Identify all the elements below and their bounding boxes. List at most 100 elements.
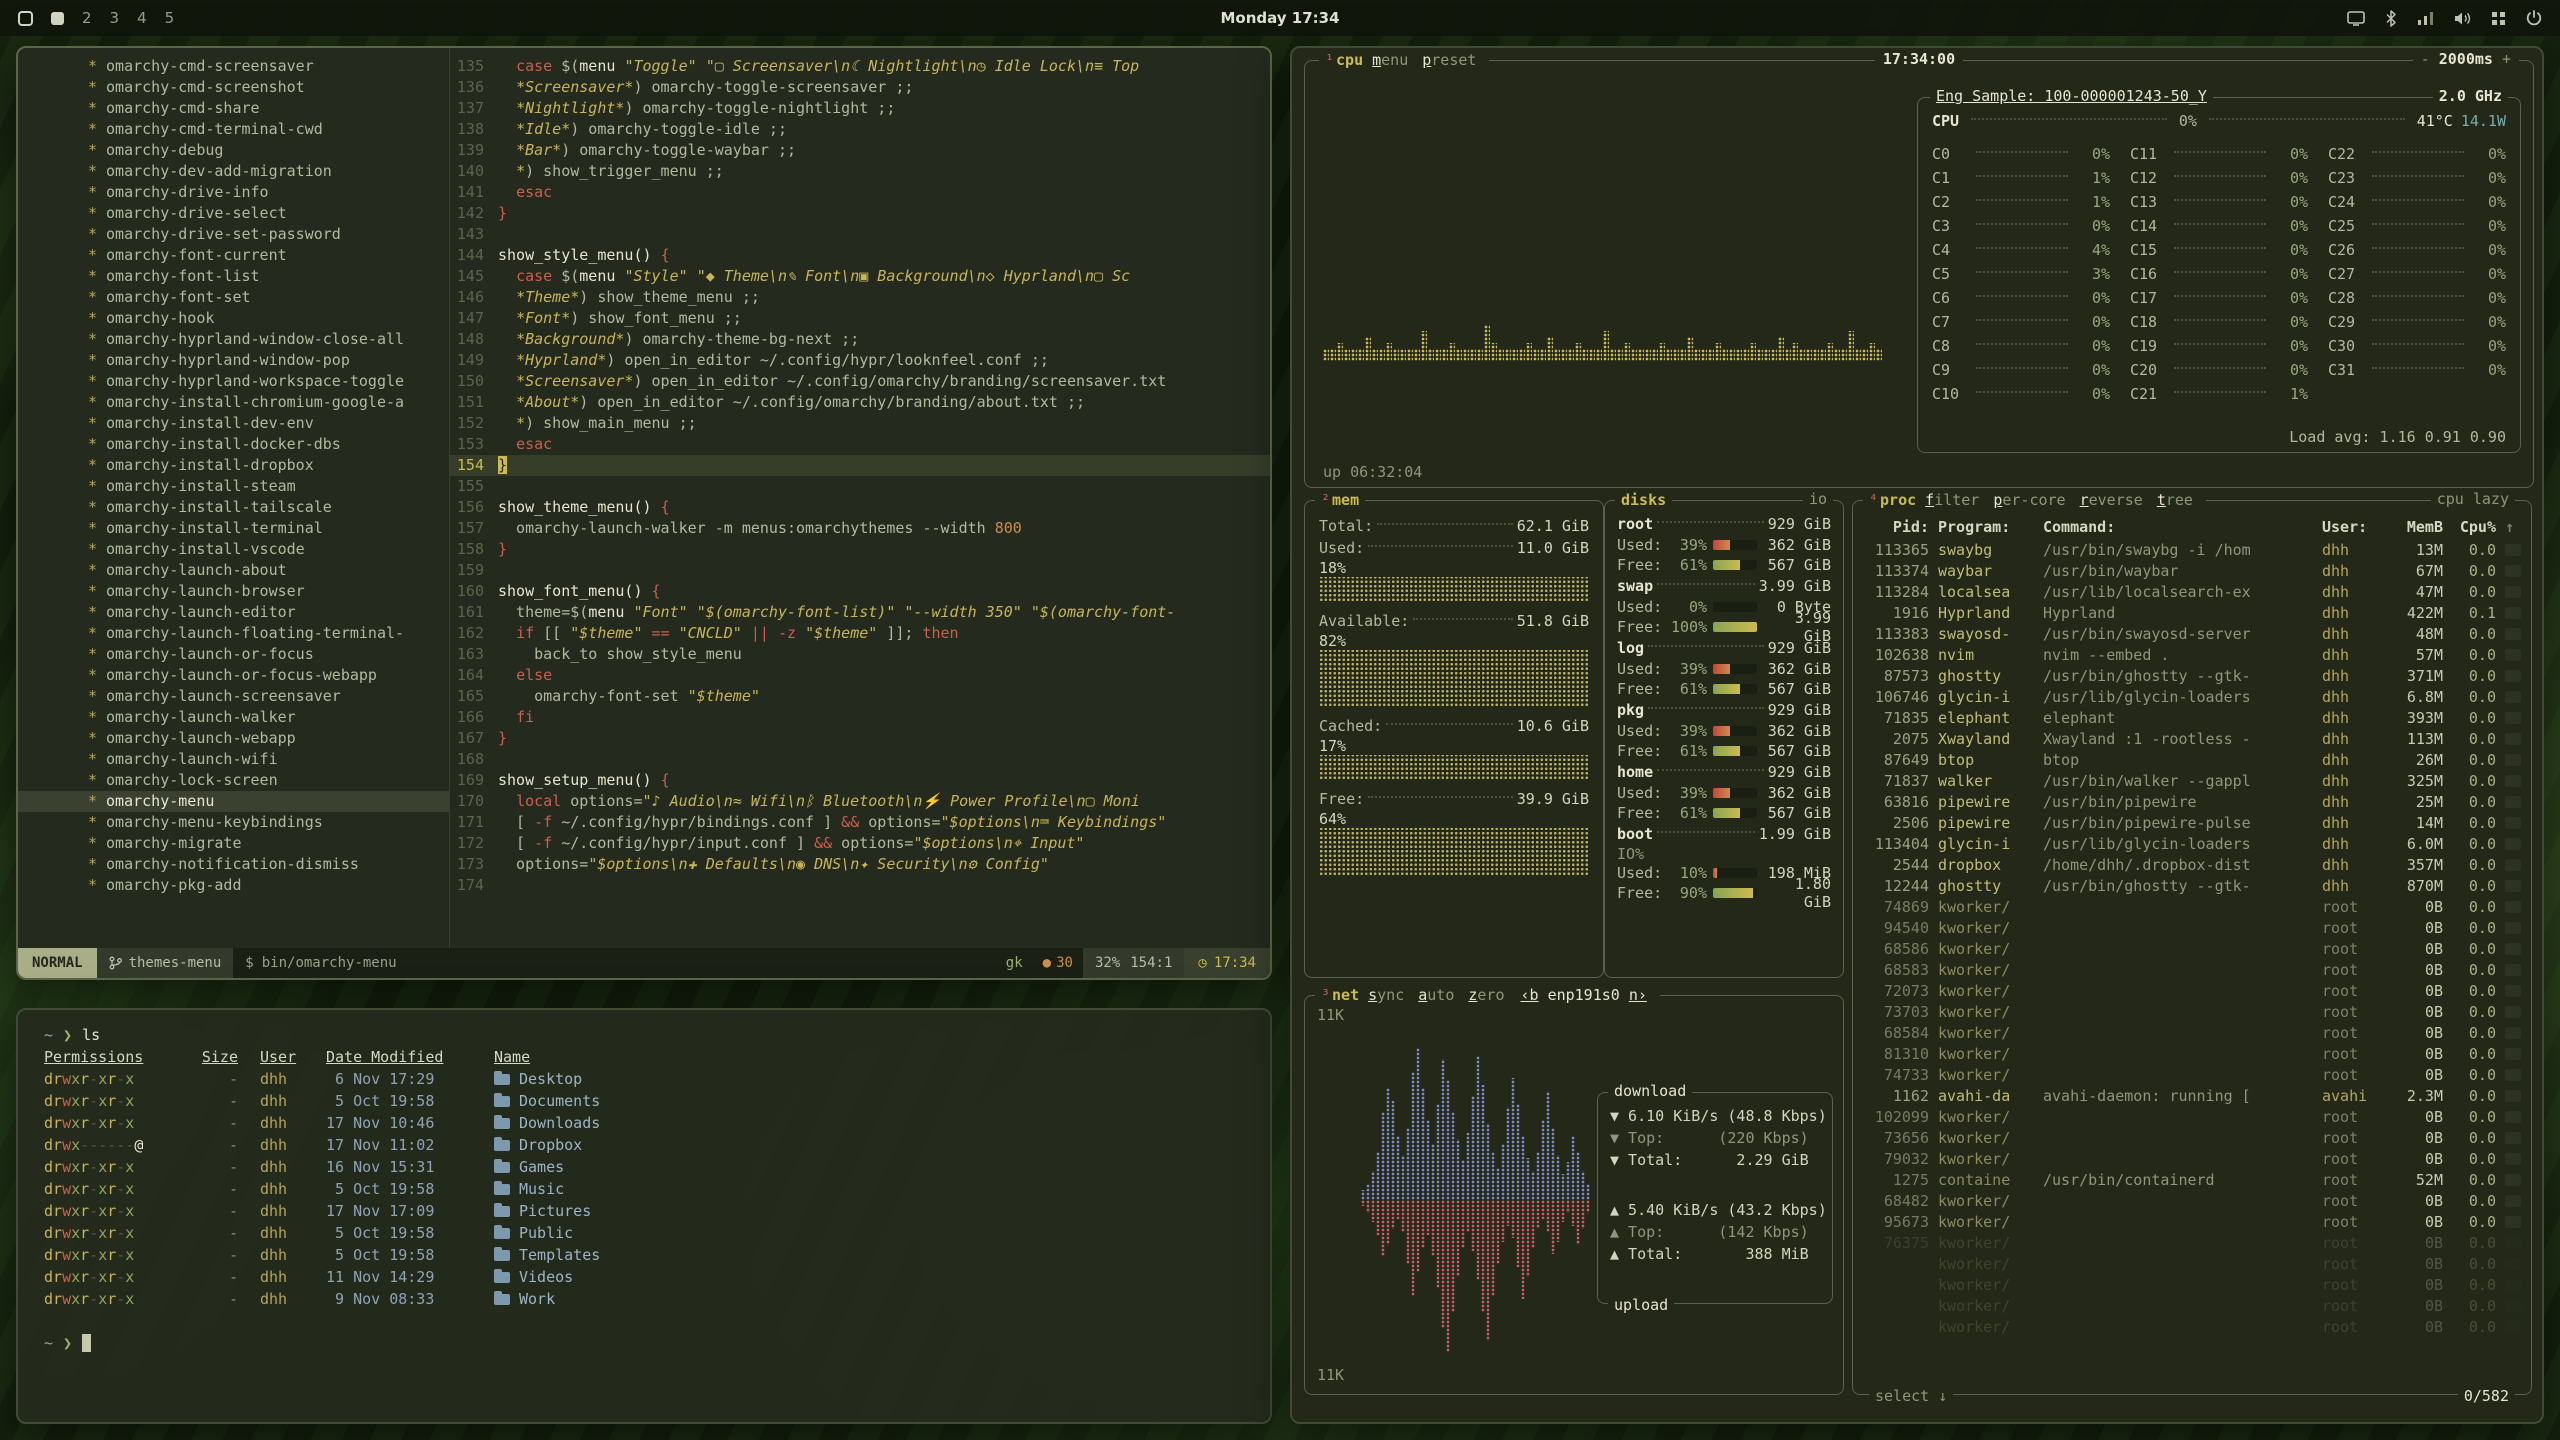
file-item[interactable]: *omarchy-pkg-add (88, 875, 449, 896)
file-item[interactable]: *omarchy-launch-floating-terminal- (88, 623, 449, 644)
proc-panel-title[interactable]: ⁴ proc filterper-corereversetree (1863, 490, 2206, 510)
file-item[interactable]: *omarchy-lock-screen (88, 770, 449, 791)
proc-row[interactable]: 68482kworker/root0B0.0 (1865, 1190, 2521, 1211)
diagnostics-count[interactable]: ● 30 (1033, 955, 1083, 971)
code-line[interactable]: 140 *) show_trigger_menu ;; (450, 161, 1270, 182)
code-line[interactable]: 167} (450, 728, 1270, 749)
proc-row[interactable]: 102099kworker/root0B0.0 (1865, 1106, 2521, 1127)
file-item[interactable]: *omarchy-drive-select (88, 203, 449, 224)
file-item[interactable]: *omarchy-hyprland-window-pop (88, 350, 449, 371)
net-iface-prev-button[interactable]: ‹b (1514, 985, 1546, 1005)
file-item[interactable]: *omarchy-hyprland-window-close-all (88, 329, 449, 350)
file-item[interactable]: *omarchy-launch-or-focus-webapp (88, 665, 449, 686)
proc-row[interactable]: 74869kworker/root0B0.0 (1865, 896, 2521, 917)
file-item[interactable]: *omarchy-notification-dismiss (88, 854, 449, 875)
file-item[interactable]: *omarchy-install-tailscale (88, 497, 449, 518)
header-cpu[interactable]: Cpu% (2452, 518, 2496, 536)
code-line[interactable]: 169show_setup_menu() { (450, 770, 1270, 791)
proc-row[interactable]: kworker/root0B0.0 (1865, 1295, 2521, 1316)
btop-window[interactable]: ¹ cpu menupreset 17:34:00 - 2000ms + up … (1290, 46, 2544, 1424)
proc-row[interactable]: 68586kworker/root0B0.0 (1865, 938, 2521, 959)
proc-row[interactable]: 102638nvimnvim --embed .dhh57M0.0 (1865, 644, 2521, 665)
code-line[interactable]: 144show_style_menu() { (450, 245, 1270, 266)
proc-row[interactable]: 113284localsea/usr/lib/localsearch-exdhh… (1865, 581, 2521, 602)
code-line[interactable]: 160show_font_menu() { (450, 581, 1270, 602)
update-plus-button[interactable]: + (2502, 50, 2511, 68)
bluetooth-icon[interactable] (2385, 10, 2397, 27)
code-line[interactable]: 148 *Background*) omarchy-theme-bg-next … (450, 329, 1270, 350)
code-line[interactable]: 149 *Hyprland*) open_in_editor ~/.config… (450, 350, 1270, 371)
net-panel-title[interactable]: ³ net syncautozero ‹b enp191s0 n› (1315, 985, 1660, 1005)
disks-panel-title[interactable]: disks (1615, 490, 1672, 510)
file-item[interactable]: *omarchy-hook (88, 308, 449, 329)
file-item[interactable]: *omarchy-launch-or-focus (88, 644, 449, 665)
update-interval-control[interactable]: - 2000ms + (2413, 50, 2519, 68)
proc-row[interactable]: 1162avahi-daavahi-daemon: running [avahi… (1865, 1085, 2521, 1106)
dir-name[interactable]: Games (494, 1156, 564, 1178)
terminal-window[interactable]: ~ ❯ ls Permissions Size User Date Modifi… (16, 1008, 1272, 1424)
screencast-icon[interactable] (2347, 10, 2365, 26)
code-line[interactable]: 156show_theme_menu() { (450, 497, 1270, 518)
proc-row[interactable]: 12244ghostty/usr/bin/ghostty --gtk-dhh87… (1865, 875, 2521, 896)
proc-row[interactable]: 72073kworker/root0B0.0 (1865, 980, 2521, 1001)
file-item[interactable]: *omarchy-migrate (88, 833, 449, 854)
proc-row[interactable]: 113365swaybg/usr/bin/swaybg -i /homdhh13… (1865, 539, 2521, 560)
proc-filter-button[interactable]: filter (1918, 490, 1986, 510)
file-tree[interactable]: *omarchy-cmd-screensaver*omarchy-cmd-scr… (18, 48, 450, 948)
file-item[interactable]: *omarchy-cmd-terminal-cwd (88, 119, 449, 140)
code-line[interactable]: 171 [ -f ~/.config/hypr/bindings.conf ] … (450, 812, 1270, 833)
proc-per-core-button[interactable]: per-core (1986, 490, 2072, 510)
dir-name[interactable]: Work (494, 1288, 555, 1310)
dir-name[interactable]: Music (494, 1178, 564, 1200)
workspace-3[interactable]: 3 (110, 9, 120, 27)
proc-row[interactable]: 87649btopbtopdhh26M0.0 (1865, 749, 2521, 770)
file-item[interactable]: *omarchy-cmd-screenshot (88, 77, 449, 98)
file-item[interactable]: *omarchy-drive-info (88, 182, 449, 203)
code-line[interactable]: 161 theme=$(menu "Font" "$(omarchy-font-… (450, 602, 1270, 623)
code-line[interactable]: 147 *Font*) show_font_menu ;; (450, 308, 1270, 329)
code-line[interactable]: 164 else (450, 665, 1270, 686)
file-item[interactable]: *omarchy-launch-about (88, 560, 449, 581)
dir-name[interactable]: Pictures (494, 1200, 591, 1222)
dir-name[interactable]: Dropbox (494, 1134, 582, 1156)
file-item[interactable]: *omarchy-launch-browser (88, 581, 449, 602)
dir-name[interactable]: Templates (494, 1244, 600, 1266)
editor-window[interactable]: *omarchy-cmd-screensaver*omarchy-cmd-scr… (16, 46, 1272, 980)
file-item[interactable]: *omarchy-launch-screensaver (88, 686, 449, 707)
code-line[interactable]: 145 case $(menu "Style" "◆ Theme\n✎ Font… (450, 266, 1270, 287)
net-sync-button[interactable]: sync (1361, 985, 1411, 1005)
proc-row[interactable]: 74733kworker/root0B0.0 (1865, 1064, 2521, 1085)
net-iface-next-button[interactable]: n› (1622, 985, 1654, 1005)
proc-sort-mode[interactable]: cpu lazy (2431, 490, 2515, 508)
header-pid[interactable]: Pid: (1865, 518, 1929, 536)
dir-name[interactable]: Desktop (494, 1068, 582, 1090)
workspace-5[interactable]: 5 (165, 9, 175, 27)
file-item[interactable]: *omarchy-launch-editor (88, 602, 449, 623)
proc-row[interactable]: 68584kworker/root0B0.0 (1865, 1022, 2521, 1043)
apps-grid-icon[interactable] (2491, 11, 2506, 26)
workspace-1-active-icon[interactable] (51, 12, 64, 25)
proc-row[interactable]: 71837walker/usr/bin/walker --gappldhh325… (1865, 770, 2521, 791)
file-item[interactable]: *omarchy-install-vscode (88, 539, 449, 560)
io-mode-button[interactable]: io (1803, 490, 1833, 508)
code-line[interactable]: 154} (450, 455, 1270, 476)
code-line[interactable]: 143 (450, 224, 1270, 245)
power-icon[interactable] (2526, 10, 2542, 26)
code-line[interactable]: 139 *Bar*) omarchy-toggle-waybar ;; (450, 140, 1270, 161)
git-branch[interactable]: themes-menu (97, 948, 234, 978)
workspace-4[interactable]: 4 (137, 9, 147, 27)
code-line[interactable]: 137 *Nightlight*) omarchy-toggle-nightli… (450, 98, 1270, 119)
file-item[interactable]: *omarchy-menu-keybindings (88, 812, 449, 833)
code-line[interactable]: 136 *Screensaver*) omarchy-toggle-screen… (450, 77, 1270, 98)
code-line[interactable]: 155 (450, 476, 1270, 497)
proc-select-hint[interactable]: select ↓ (1869, 1387, 1953, 1405)
file-item[interactable]: *omarchy-launch-wifi (88, 749, 449, 770)
code-line[interactable]: 159 (450, 560, 1270, 581)
header-program[interactable]: Program: (1938, 518, 2034, 536)
file-item[interactable]: *omarchy-debug (88, 140, 449, 161)
file-item[interactable]: *omarchy-font-current (88, 245, 449, 266)
proc-row[interactable]: kworker/root0B0.0 (1865, 1316, 2521, 1337)
file-item[interactable]: *omarchy-install-dropbox (88, 455, 449, 476)
file-item[interactable]: *omarchy-install-terminal (88, 518, 449, 539)
proc-row[interactable]: 71835elephantelephantdhh393M0.0 (1865, 707, 2521, 728)
